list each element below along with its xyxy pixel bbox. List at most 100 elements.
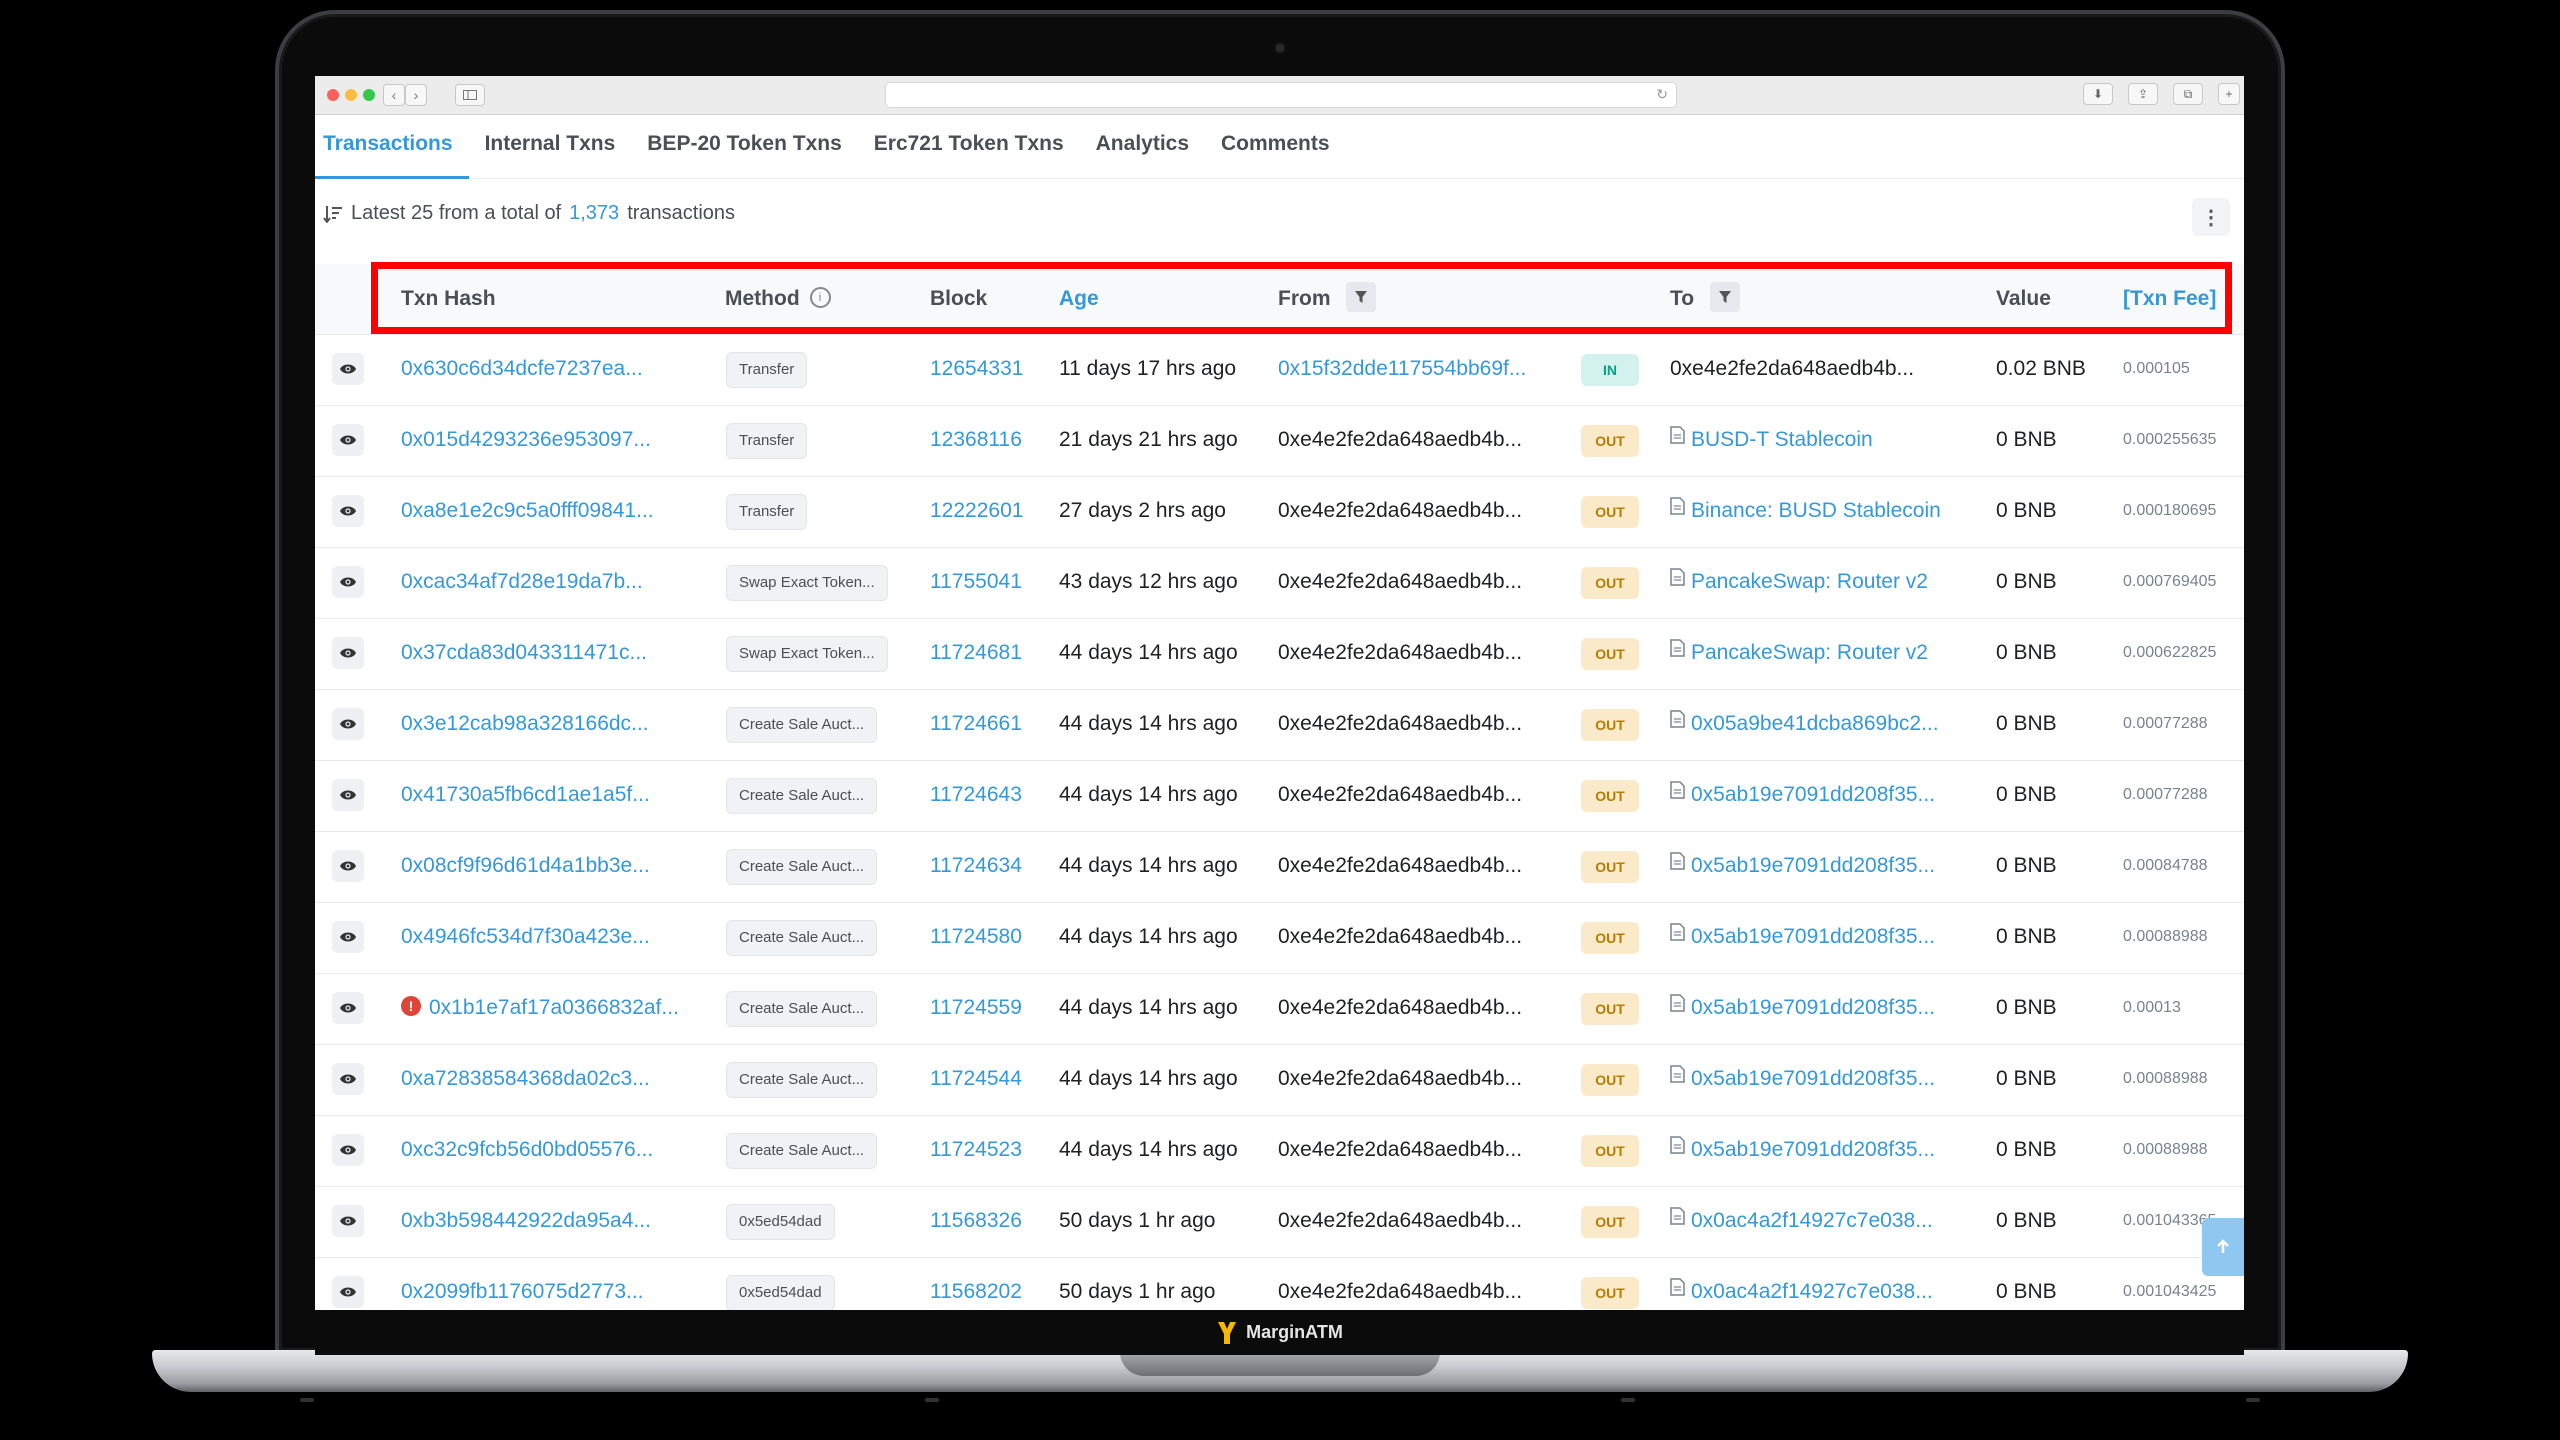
to-address-link[interactable]: Binance: BUSD Stablecoin xyxy=(1670,476,1941,546)
share-button[interactable]: ⇪ xyxy=(2128,83,2158,105)
eye-icon[interactable] xyxy=(332,779,364,811)
table-header: Txn Hash Method i Block Age From To Valu… xyxy=(315,264,2244,335)
to-address-link[interactable]: PancakeSwap: Router v2 xyxy=(1670,547,1928,617)
txn-hash-link[interactable]: 0xa8e1e2c9c5a0fff09841... xyxy=(401,476,654,546)
column-txn-hash: Txn Hash xyxy=(401,287,496,310)
tabs-overview-button[interactable]: ⧉ xyxy=(2173,83,2203,105)
eye-icon[interactable] xyxy=(332,424,364,456)
txn-hash-link[interactable]: ! 0x1b1e7af17a0366832af... xyxy=(401,973,679,1043)
txn-hash-link[interactable]: 0x4946fc534d7f30a423e... xyxy=(401,902,650,972)
eye-icon[interactable] xyxy=(332,1063,364,1095)
new-tab-button[interactable]: + xyxy=(2218,83,2240,105)
to-address-link[interactable]: BUSD-T Stablecoin xyxy=(1670,405,1873,475)
block-link[interactable]: 12654331 xyxy=(930,334,1023,404)
back-button[interactable]: ‹ xyxy=(383,84,405,106)
eye-icon[interactable] xyxy=(332,1205,364,1237)
eye-icon[interactable] xyxy=(332,992,364,1024)
to-address-text: 0x0ac4a2f14927c7e038... xyxy=(1691,1209,1933,1232)
document-icon xyxy=(1670,1113,1685,1183)
txn-hash-link[interactable]: 0x630c6d34dcfe7237ea... xyxy=(401,334,643,404)
to-filter-button[interactable] xyxy=(1709,282,1740,313)
block-link[interactable]: 11724544 xyxy=(930,1044,1022,1114)
forward-button[interactable]: › xyxy=(405,84,427,106)
from-address: 0xe4e2fe2da648aedb4b... xyxy=(1278,783,1523,806)
from-address-link[interactable]: 0x15f32dde117554bb69f... xyxy=(1278,334,1526,404)
eye-icon[interactable] xyxy=(332,1276,364,1308)
sidebar-toggle-button[interactable] xyxy=(455,84,485,106)
txn-hash-link[interactable]: 0xcac34af7d28e19da7b... xyxy=(401,547,643,617)
from-address: 0xe4e2fe2da648aedb4b... xyxy=(1278,1280,1523,1303)
download-icon: ⬇ xyxy=(2092,87,2104,101)
document-icon xyxy=(1670,687,1685,757)
block-link[interactable]: 12222601 xyxy=(930,476,1023,546)
method-badge: Create Sale Auct... xyxy=(726,849,878,885)
column-age-toggle[interactable]: Age xyxy=(1059,264,1099,334)
tab-comments[interactable]: Comments xyxy=(1221,114,1356,178)
tab-analytics[interactable]: Analytics xyxy=(1096,114,1215,178)
txn-hash-link[interactable]: 0x2099fb1176075d2773... xyxy=(401,1257,644,1310)
tab-erc721-token-txns[interactable]: Erc721 Token Txns xyxy=(874,114,1090,178)
eye-icon[interactable] xyxy=(332,637,364,669)
txn-hash-link[interactable]: 0x08cf9f96d61d4a1bb3e... xyxy=(401,831,650,901)
eye-icon[interactable] xyxy=(332,850,364,882)
eye-icon[interactable] xyxy=(332,353,364,385)
to-address-link[interactable]: 0x5ab19e7091dd208f35... xyxy=(1670,831,1935,901)
to-address-link[interactable]: 0x5ab19e7091dd208f35... xyxy=(1670,973,1935,1043)
eye-icon[interactable] xyxy=(332,1134,364,1166)
more-options-button[interactable]: ⋮ xyxy=(2192,198,2230,236)
to-address-link[interactable]: 0x0ac4a2f14927c7e038... xyxy=(1670,1257,1933,1310)
txn-hash-link[interactable]: 0xc32c9fcb56d0bd05576... xyxy=(401,1115,653,1185)
arrow-up-icon xyxy=(2217,1239,2229,1253)
block-link[interactable]: 11724559 xyxy=(930,973,1022,1043)
txn-hash-link[interactable]: 0x37cda83d043311471c... xyxy=(401,618,647,688)
close-window-button[interactable] xyxy=(327,89,339,101)
txn-hash-link[interactable]: 0x3e12cab98a328166dc... xyxy=(401,689,649,759)
transaction-count-link[interactable]: 1,373 xyxy=(569,202,619,225)
tab-transactions[interactable]: Transactions xyxy=(315,114,479,179)
address-bar[interactable]: ↻ xyxy=(885,82,1677,108)
to-address-link[interactable]: PancakeSwap: Router v2 xyxy=(1670,618,1928,688)
eye-icon[interactable] xyxy=(332,495,364,527)
downloads-button[interactable]: ⬇ xyxy=(2083,83,2113,105)
block-link[interactable]: 11724634 xyxy=(930,831,1022,901)
to-address-link[interactable]: 0x5ab19e7091dd208f35... xyxy=(1670,1115,1935,1185)
method-badge: 0x5ed54dad xyxy=(726,1275,835,1310)
txn-hash-link[interactable]: 0x41730a5fb6cd1ae1a5f... xyxy=(401,760,650,830)
txn-hash-link[interactable]: 0xb3b598442922da95a4... xyxy=(401,1186,651,1256)
age-text: 44 days 14 hrs ago xyxy=(1059,1138,1238,1161)
column-txn-fee-toggle[interactable]: [Txn Fee] xyxy=(2123,264,2216,334)
value-text: 0 BNB xyxy=(1996,712,2057,735)
txn-hash-link[interactable]: 0x015d4293236e953097... xyxy=(401,405,651,475)
reload-icon[interactable]: ↻ xyxy=(1656,86,1668,103)
txn-hash-link[interactable]: 0xa72838584368da02c3... xyxy=(401,1044,650,1114)
eye-icon[interactable] xyxy=(332,921,364,953)
info-icon[interactable]: i xyxy=(809,286,831,308)
maximize-window-button[interactable] xyxy=(363,89,375,101)
tab-internal-txns[interactable]: Internal Txns xyxy=(485,114,642,178)
block-link[interactable]: 11755041 xyxy=(930,547,1022,617)
to-address-link[interactable]: 0x0ac4a2f14927c7e038... xyxy=(1670,1186,1933,1256)
eye-icon[interactable] xyxy=(332,566,364,598)
to-address-link[interactable]: 0x05a9be41dcba869bc2... xyxy=(1670,689,1939,759)
block-link[interactable]: 12368116 xyxy=(930,405,1022,475)
block-link[interactable]: 11724661 xyxy=(930,689,1022,759)
eye-icon[interactable] xyxy=(332,708,364,740)
age-text: 44 days 14 hrs ago xyxy=(1059,712,1238,735)
value-text: 0 BNB xyxy=(1996,499,2057,522)
summary-prefix: Latest 25 from a total of xyxy=(351,202,562,224)
to-address-link[interactable]: 0x5ab19e7091dd208f35... xyxy=(1670,760,1935,830)
block-link[interactable]: 11724643 xyxy=(930,760,1022,830)
to-address-text: 0x0ac4a2f14927c7e038... xyxy=(1691,1280,1933,1303)
block-link[interactable]: 11568202 xyxy=(930,1257,1022,1310)
from-filter-button[interactable] xyxy=(1346,282,1377,313)
scroll-to-top-button[interactable] xyxy=(2202,1218,2244,1276)
block-link[interactable]: 11724580 xyxy=(930,902,1022,972)
tab-bep20-token-txns[interactable]: BEP-20 Token Txns xyxy=(647,114,868,178)
to-address-link[interactable]: 0x5ab19e7091dd208f35... xyxy=(1670,1044,1935,1114)
minimize-window-button[interactable] xyxy=(345,89,357,101)
block-link[interactable]: 11724681 xyxy=(930,618,1022,688)
to-address-link[interactable]: 0x5ab19e7091dd208f35... xyxy=(1670,902,1935,972)
block-link[interactable]: 11724523 xyxy=(930,1115,1022,1185)
block-link[interactable]: 11568326 xyxy=(930,1186,1022,1256)
method-badge: Create Sale Auct... xyxy=(726,1133,878,1169)
